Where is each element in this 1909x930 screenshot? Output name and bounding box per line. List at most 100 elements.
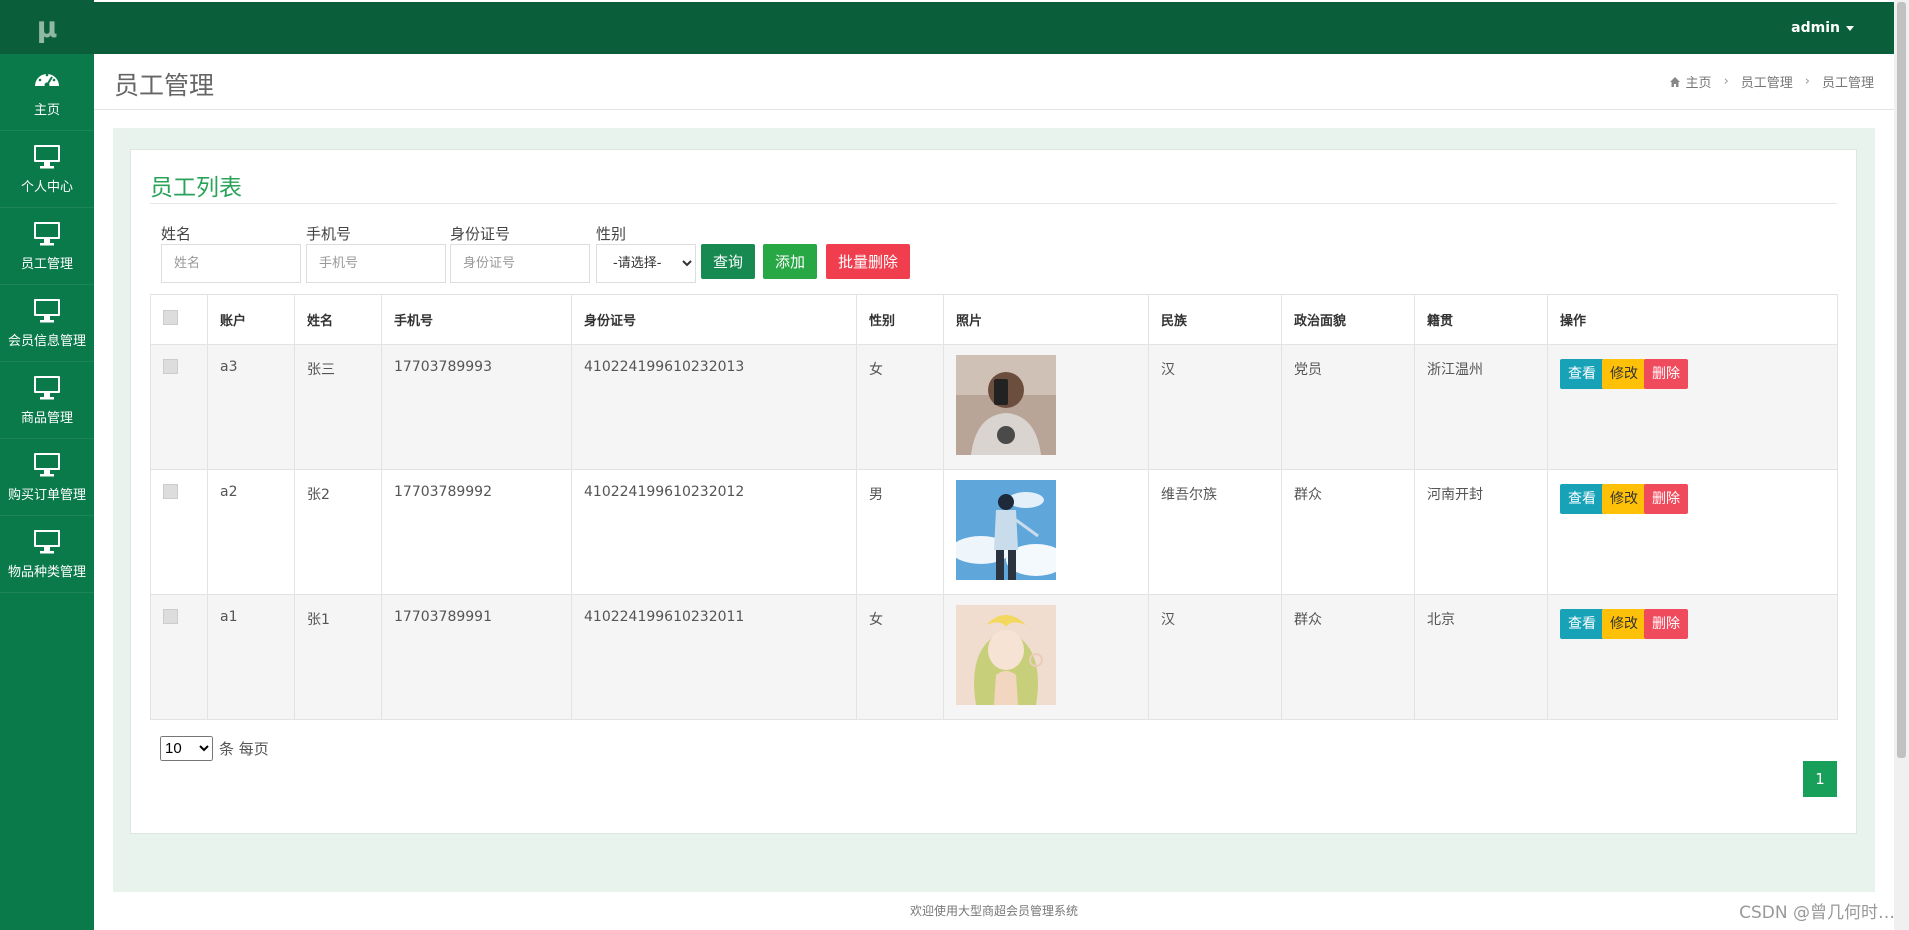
monitor-icon <box>34 299 60 323</box>
table-row: a3 张三 17703789993 410224199610232013 女 汉… <box>150 344 1838 470</box>
sidebar-item-categories[interactable]: 物品种类管理 <box>0 516 94 593</box>
column-header: 姓名 <box>294 294 382 345</box>
view-button[interactable]: 查看 <box>1560 359 1604 389</box>
sidebar-item-label: 员工管理 <box>20 257 73 272</box>
gender-select[interactable]: -请选择- <box>596 244 696 283</box>
breadcrumb-home[interactable]: 主页 <box>1686 72 1712 91</box>
photo-cell <box>943 469 1149 595</box>
row-select-cell <box>150 594 208 720</box>
edit-button[interactable]: 修改 <box>1602 609 1646 639</box>
breadcrumb-section[interactable]: 员工管理 <box>1741 72 1793 91</box>
row-checkbox[interactable] <box>163 359 178 374</box>
column-header: 性别 <box>856 294 944 345</box>
edit-button[interactable]: 修改 <box>1602 359 1646 389</box>
phone-cell: 17703789993 <box>381 344 572 470</box>
hometown-cell: 河南开封 <box>1414 469 1548 595</box>
actions-cell: 查看 修改 删除 <box>1547 594 1838 720</box>
username: admin <box>1791 20 1840 36</box>
sidebar-item-orders[interactable]: 购买订单管理 <box>0 439 94 516</box>
sidebar-item-label: 主页 <box>33 103 60 118</box>
column-header: 身份证号 <box>571 294 857 345</box>
employee-list-panel: 员工列表 姓名 手机号 身份证号 性别 -请选择- 查询 添加 批量删除 账户 … <box>130 149 1857 834</box>
edit-button[interactable]: 修改 <box>1602 484 1646 514</box>
select-all-cell <box>150 294 208 345</box>
monitor-icon <box>34 145 60 169</box>
footer: 欢迎使用大型商超会员管理系统 <box>909 904 1078 918</box>
row-select-cell <box>150 344 208 470</box>
row-checkbox[interactable] <box>163 484 178 499</box>
name-cell: 张三 <box>294 344 382 470</box>
actions-cell: 查看 修改 删除 <box>1547 344 1838 470</box>
sidebar-item-members[interactable]: 会员信息管理 <box>0 285 94 362</box>
phone-label: 手机号 <box>306 225 352 243</box>
name-cell: 张2 <box>294 469 382 595</box>
politics-cell: 群众 <box>1281 469 1415 595</box>
topbar: admin <box>94 2 1894 54</box>
breadcrumb: 主页 › 员工管理 › 员工管理 <box>1669 72 1874 91</box>
monitor-icon <box>34 222 60 246</box>
app: μ 主页 个人中心 员工管理 会员信息管理 商品管理 购买订单管理 物品种类管理… <box>0 0 1909 930</box>
add-button[interactable]: 添加 <box>763 244 818 279</box>
monitor-icon <box>34 376 60 400</box>
phone-input[interactable] <box>306 244 446 283</box>
delete-button[interactable]: 删除 <box>1644 484 1688 514</box>
column-header: 操作 <box>1547 294 1838 345</box>
column-header: 照片 <box>943 294 1149 345</box>
vertical-scrollbar[interactable] <box>1894 0 1909 930</box>
delete-button[interactable]: 删除 <box>1644 609 1688 639</box>
scrollbar-thumb[interactable] <box>1897 2 1906 758</box>
name-input[interactable] <box>161 244 301 283</box>
row-checkbox[interactable] <box>163 609 178 624</box>
divider <box>150 203 1837 204</box>
column-header: 籍贯 <box>1414 294 1548 345</box>
monitor-icon <box>34 453 60 477</box>
politics-cell: 党员 <box>1281 344 1415 470</box>
sidebar-item-label: 会员信息管理 <box>7 334 86 349</box>
monitor-icon <box>34 530 60 554</box>
sidebar-item-label: 个人中心 <box>20 180 73 195</box>
phone-cell: 17703789992 <box>381 469 572 595</box>
hometown-cell: 浙江温州 <box>1414 344 1548 470</box>
sidebar-item-home[interactable]: 主页 <box>0 54 94 131</box>
hometown-cell: 北京 <box>1414 594 1548 720</box>
page-size-label: 条 每页 <box>219 740 269 758</box>
row-select-cell <box>150 469 208 595</box>
delete-button[interactable]: 删除 <box>1644 359 1688 389</box>
caret-down-icon <box>1846 25 1854 31</box>
view-button[interactable]: 查看 <box>1560 484 1604 514</box>
page-size-control: 10 条 每页 <box>160 736 269 761</box>
panel-title: 员工列表 <box>150 175 242 201</box>
sidebar-item-staff[interactable]: 员工管理 <box>0 208 94 285</box>
employee-photo[interactable] <box>956 480 1056 580</box>
user-menu[interactable]: admin <box>1791 2 1854 54</box>
dashboard-icon <box>35 73 59 88</box>
watermark: CSDN @曾几何时… <box>1739 903 1895 923</box>
query-button[interactable]: 查询 <box>701 244 756 279</box>
employee-table: 账户 姓名 手机号 身份证号 性别 照片 民族 政治面貌 籍贯 操作 a3 张三… <box>150 294 1838 720</box>
idcard-cell: 410224199610232012 <box>571 469 857 595</box>
employee-photo[interactable] <box>956 605 1056 705</box>
page-title: 员工管理 <box>114 71 215 100</box>
page-size-select[interactable]: 10 <box>160 736 213 761</box>
sidebar-item-label: 物品种类管理 <box>7 565 86 580</box>
batch-delete-button[interactable]: 批量删除 <box>826 244 911 279</box>
page-button-current[interactable]: 1 <box>1803 761 1837 797</box>
sidebar-item-profile[interactable]: 个人中心 <box>0 131 94 208</box>
home-icon <box>1669 76 1680 87</box>
politics-cell: 群众 <box>1281 594 1415 720</box>
sidebar-item-products[interactable]: 商品管理 <box>0 362 94 439</box>
phone-cell: 17703789991 <box>381 594 572 720</box>
name-cell: 张1 <box>294 594 382 720</box>
logo: μ <box>0 0 94 54</box>
view-button[interactable]: 查看 <box>1560 609 1604 639</box>
table-header-row: 账户 姓名 手机号 身份证号 性别 照片 民族 政治面貌 籍贯 操作 <box>150 294 1838 345</box>
photo-cell <box>943 344 1149 470</box>
ethnicity-cell: 维吾尔族 <box>1148 469 1282 595</box>
gender-cell: 男 <box>856 469 944 595</box>
breadcrumb-separator: › <box>1804 74 1810 89</box>
table-row: a2 张2 17703789992 410224199610232012 男 维… <box>150 469 1838 595</box>
select-all-checkbox[interactable] <box>163 310 178 325</box>
employee-photo[interactable] <box>956 355 1056 455</box>
idcard-input[interactable] <box>450 244 590 283</box>
gender-cell: 女 <box>856 594 944 720</box>
